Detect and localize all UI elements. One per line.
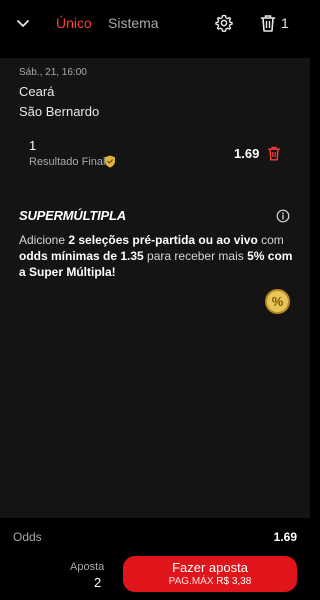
tab-sistema[interactable]: Sistema (108, 15, 159, 31)
bet-slip-header: Único Sistema 1 (0, 0, 310, 48)
max-payout: PAG.MÁX R$ 3,38 (168, 576, 252, 587)
selection-odd: 1.69 (234, 146, 260, 161)
gear-icon[interactable] (214, 13, 234, 33)
market-name: Resultado Final (29, 156, 106, 168)
bet-slip: Único Sistema 1 Sáb., 21, 16:00 Ceará Sã… (0, 0, 310, 600)
total-odds-label: Odds (13, 530, 42, 544)
home-team: Ceará (19, 84, 55, 99)
promo-title: SUPERMÚLTIPLA (19, 208, 126, 223)
total-odds-value: 1.69 (273, 530, 297, 544)
match-datetime: Sáb., 21, 16:00 (19, 67, 87, 78)
selection-card: Sáb., 21, 16:00 Ceará São Bernardo 1 Res… (0, 58, 310, 518)
away-team: São Bernardo (19, 104, 100, 119)
trash-icon[interactable] (258, 13, 278, 33)
slip-count: 1 (281, 15, 289, 31)
promo-description: Adicione 2 seleções pré-partida ou ao vi… (19, 233, 293, 279)
selection-pick: 1 (29, 138, 37, 153)
info-icon[interactable] (276, 209, 290, 223)
tab-unico[interactable]: Único (56, 15, 92, 31)
place-bet-button[interactable]: Fazer aposta PAG.MÁX R$ 3,38 (123, 556, 297, 592)
stake-label: Aposta (70, 561, 105, 573)
remove-selection-icon[interactable] (267, 146, 281, 161)
chevron-down-icon[interactable] (14, 14, 32, 32)
place-bet-label: Fazer aposta (172, 560, 248, 575)
stake-input[interactable]: 2 (94, 575, 101, 590)
shield-icon (105, 155, 115, 168)
percent-badge-icon: % (265, 289, 290, 314)
